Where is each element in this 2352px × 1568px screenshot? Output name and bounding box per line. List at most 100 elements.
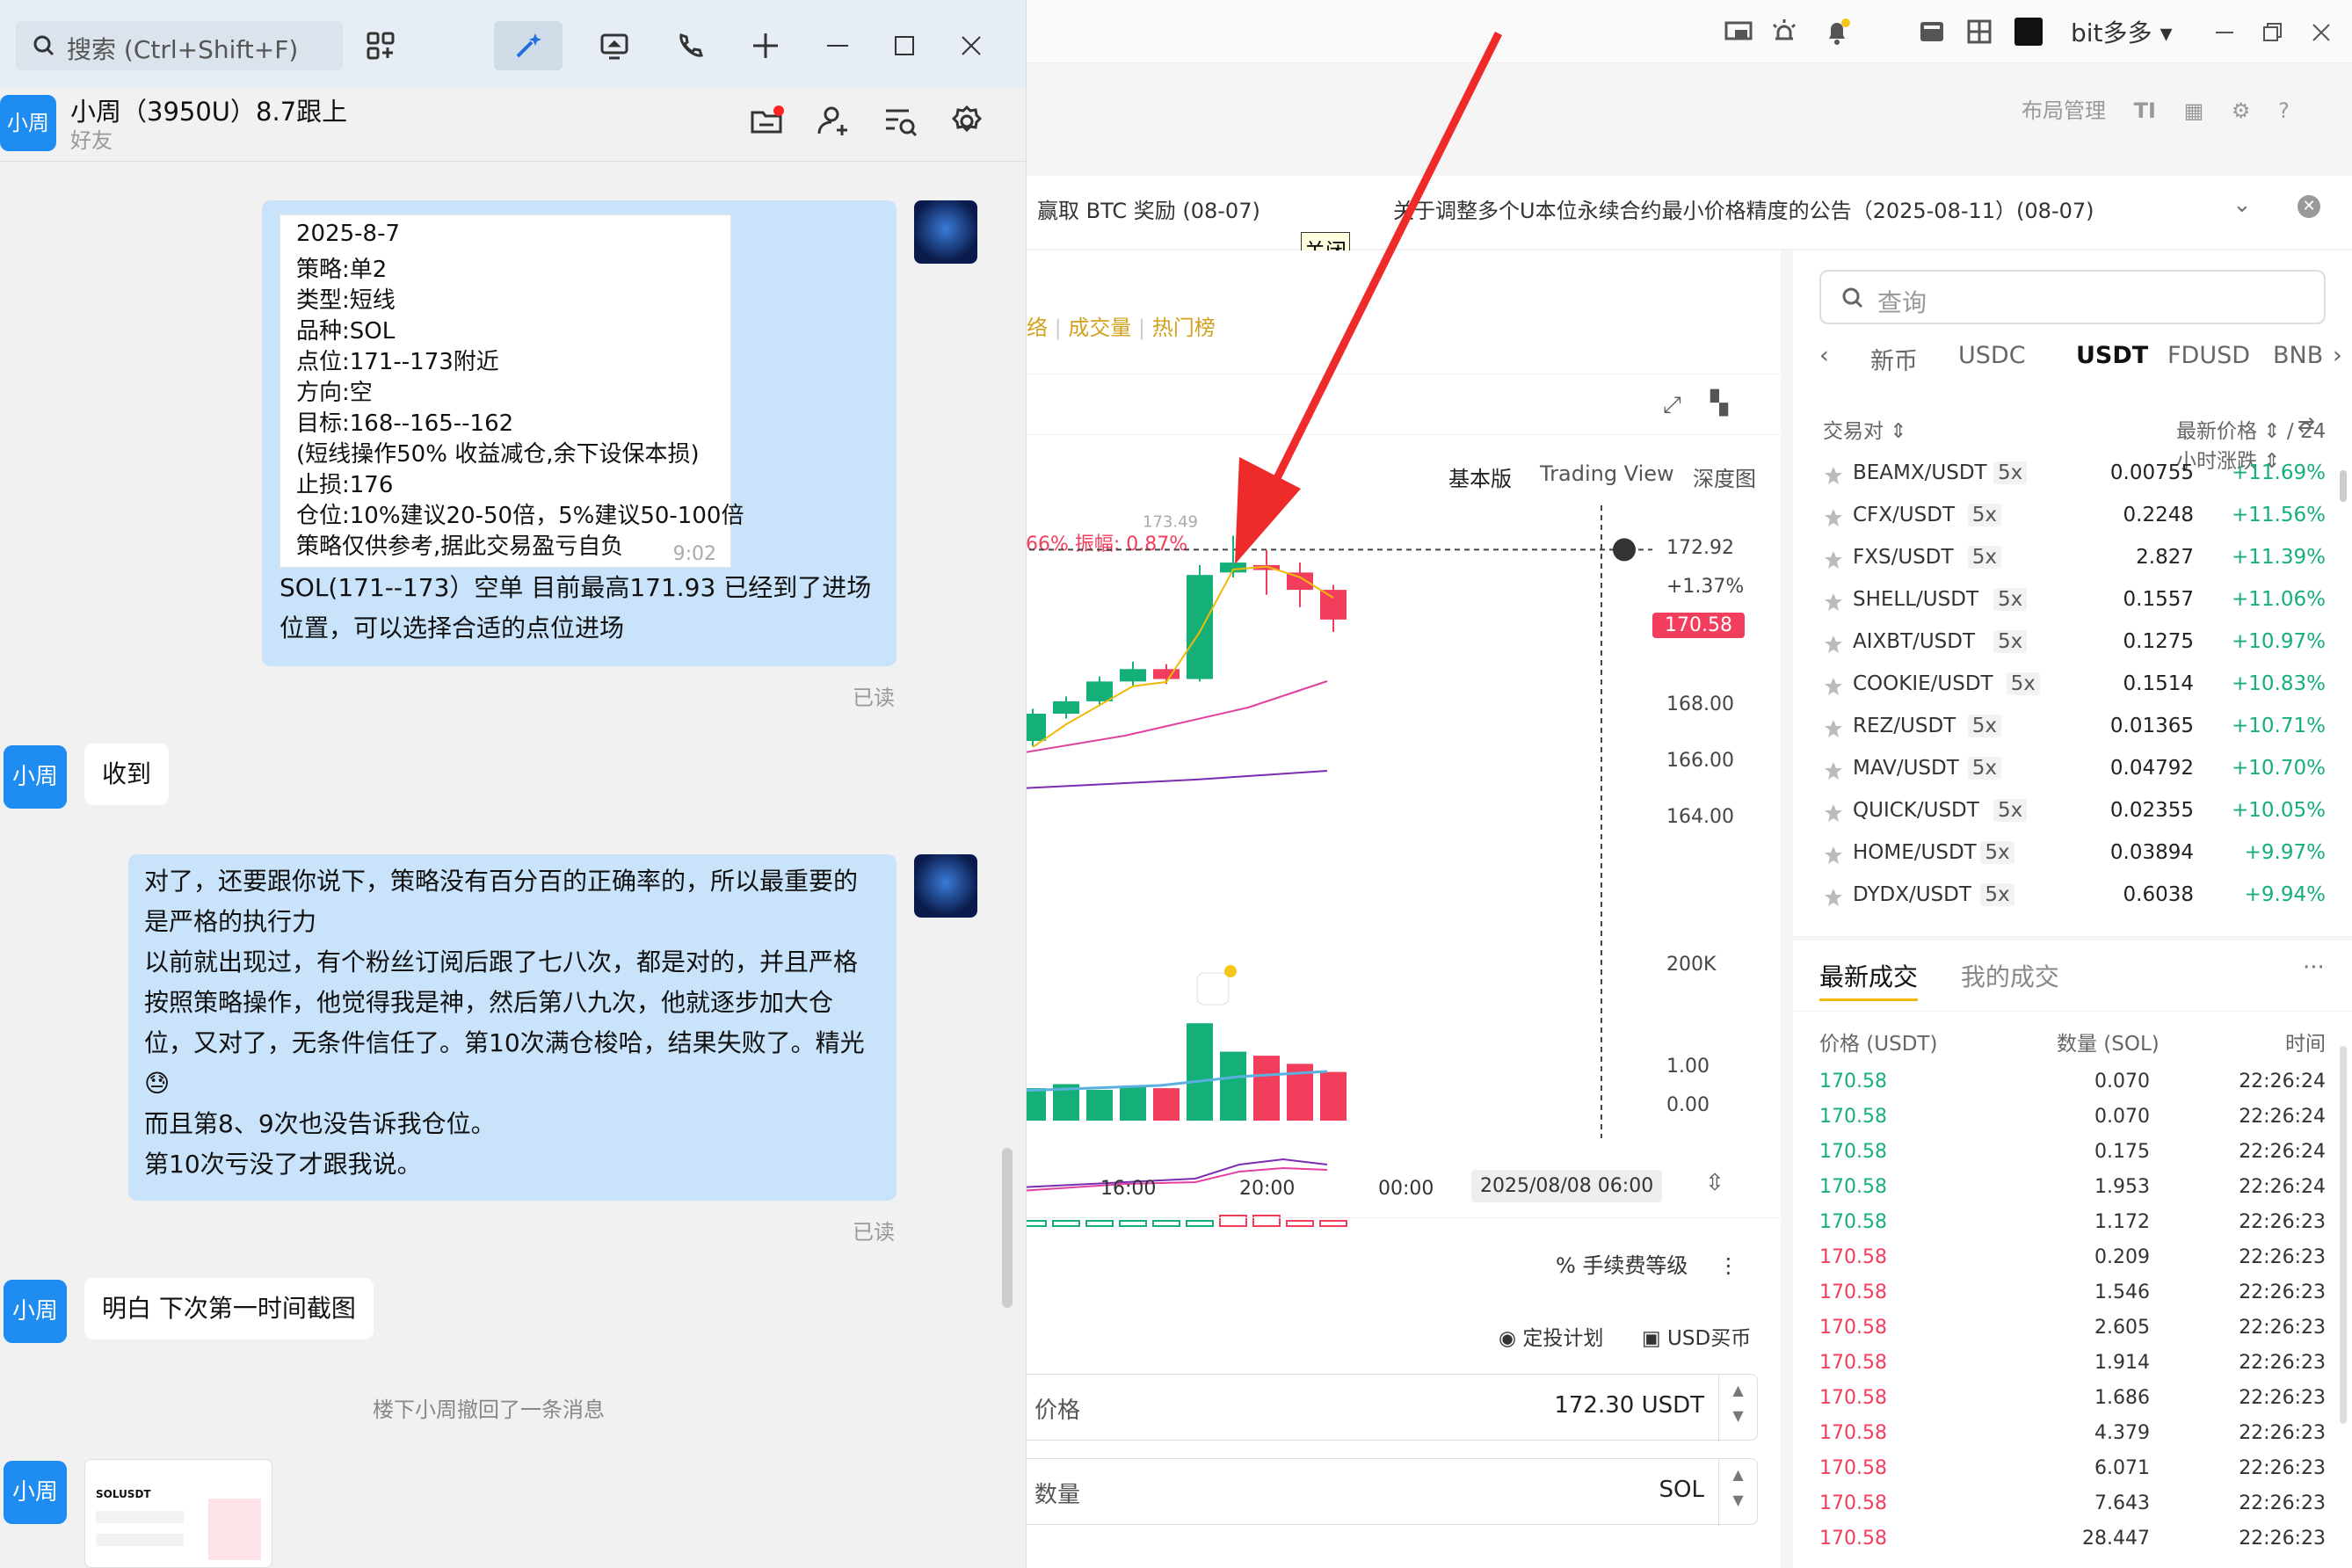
pair-row[interactable]: COOKIE/USDT 5x 0.1514 +10.83% [1793,671,2352,713]
help-icon[interactable]: ? [2278,98,2290,123]
tab-latest-trades[interactable]: 最新成交 [1819,962,1919,1001]
minimize-icon[interactable] [2211,19,2238,46]
apps-button[interactable] [346,21,415,70]
tab-usdc[interactable]: USDC [1958,342,2026,369]
view-basic[interactable]: 基本版 [1448,461,1512,492]
pair-row[interactable]: HOME/USDT 5x 0.03894 +9.97% [1793,839,2352,882]
chevron-down-icon[interactable]: ⌄ [2232,192,2252,218]
pair-change: +10.83% [2232,672,2326,695]
tab-volume[interactable]: 成交量 [1068,316,1131,340]
chat-scrollbar[interactable] [1002,1148,1013,1308]
pair-row[interactable]: SHELL/USDT 5x 0.1557 +11.06% [1793,586,2352,628]
pair-row[interactable]: AIXBT/USDT 5x 0.1275 +10.97% [1793,628,2352,671]
view-depth[interactable]: 深度图 [1693,461,1756,492]
advice-message[interactable]: 对了，还要跟你说下，策略没有百分百的正确率的，所以最重要的 是严格的执行力 以前… [128,854,897,1201]
pair-row[interactable]: MAV/USDT 5x 0.04792 +10.70% [1793,755,2352,797]
search-history-icon[interactable] [882,104,918,139]
contact-avatar[interactable]: 小周 [0,95,56,151]
close-window-icon[interactable] [2308,19,2334,46]
fit-icon[interactable]: ⇳ [1705,1170,1724,1196]
list-scrollbar[interactable] [2340,470,2347,502]
chevron-right-icon[interactable]: › [2333,342,2342,369]
tab-hot[interactable]: 热门榜 [1152,316,1216,340]
tab-my-trades[interactable]: 我的成交 [1961,962,2059,991]
contact-avatar[interactable]: 小周 [4,1461,67,1524]
view-tradingview[interactable]: Trading View [1540,461,1674,486]
chevron-left-icon[interactable]: ‹ [1819,342,1829,369]
pair-price: 0.00755 [2109,461,2194,484]
settings-gear-icon[interactable]: ⚙ [2232,98,2251,123]
strategy-card-image[interactable]: 2025-8-7 策略:单2 类型:短线 品种:SOL 点位:171--173附… [279,214,744,568]
screenshot-thumbnail[interactable]: SOLUSDT [84,1459,272,1568]
price-stepper[interactable]: ▲ ▼ [1718,1375,1757,1441]
bell-icon[interactable] [1821,16,1853,47]
user-menu[interactable]: bit多多 ▾ [2071,14,2173,49]
announcement-2[interactable]: 关于调整多个U本位永续合约最小价格精度的公告（2025-08-11）(08-07… [1393,193,2094,224]
star-icon[interactable] [1823,845,1844,866]
layout-grid-icon[interactable]: ▦ [2184,98,2204,123]
folder-icon[interactable] [749,104,784,139]
pair-row[interactable]: DYDX/USDT 5x 0.6038 +9.94% [1793,882,2352,924]
market-search-input[interactable]: 查询 [1819,270,2326,324]
star-icon[interactable] [1823,549,1844,570]
price-input[interactable]: 价格 172.30 USDT ▲ ▼ [1020,1374,1758,1441]
add-member-icon[interactable] [816,104,851,139]
alarm-icon[interactable] [1768,16,1800,47]
bitcoin-avatar-icon[interactable] [914,854,977,918]
tab-new-coins[interactable]: 新币 [1870,342,1918,376]
indicator-bar [1085,1220,1114,1227]
quantity-input[interactable]: 数量 SOL ▲ ▼ [1020,1458,1758,1526]
call-button[interactable] [656,21,724,70]
bitcoin-avatar-icon[interactable] [914,200,977,264]
reply-received-2[interactable]: 明白 下次第一时间截图 [84,1278,374,1339]
swap-icon[interactable]: ⇄ [2298,412,2315,437]
star-icon[interactable] [1823,887,1844,908]
announcement-1[interactable]: 赢取 BTC 奖励 (08-07) [1037,193,1260,224]
tab-fdusd[interactable]: FDUSD [2167,342,2250,369]
tab-link-0[interactable]: 络 [1027,316,1048,340]
screen-share-button[interactable] [580,21,649,70]
tab-usdt[interactable]: USDT [2076,342,2148,369]
star-icon[interactable] [1823,760,1844,781]
maximize-button[interactable] [870,21,939,70]
chat-search-input[interactable]: 搜索 (Ctrl+Shift+F) [16,21,343,70]
magic-button[interactable] [494,21,563,70]
close-circle-icon[interactable]: ✕ [2298,195,2320,218]
monitor-icon[interactable] [1723,16,1754,47]
usd-buy-link[interactable]: ▣ USD买币 [1642,1321,1751,1351]
contact-avatar[interactable]: 小周 [4,745,67,809]
wallet-icon[interactable] [1916,16,1948,47]
add-button[interactable] [731,21,800,70]
more-vert-icon[interactable]: ⋮ [1717,1253,1739,1278]
pair-row[interactable]: QUICK/USDT 5x 0.02355 +10.05% [1793,797,2352,839]
star-icon[interactable] [1823,802,1844,824]
trades-scrollbar[interactable] [2340,1046,2347,1424]
star-icon[interactable] [1823,718,1844,739]
star-icon[interactable] [1823,465,1844,486]
reply-received[interactable]: 收到 [84,744,170,805]
fee-level[interactable]: % 手续费等级 ⋮ [1556,1248,1739,1279]
pair-row[interactable]: REZ/USDT 5x 0.01365 +10.71% [1793,713,2352,755]
star-icon[interactable] [1823,676,1844,697]
more-icon[interactable]: ··· [2303,955,2325,981]
star-icon[interactable] [1823,507,1844,528]
plan-link[interactable]: ◉ 定投计划 [1499,1321,1603,1351]
widget-icon[interactable]: ▚ [1710,390,1728,417]
close-button[interactable] [937,21,1005,70]
tab-bnb[interactable]: BNB [2273,342,2323,369]
expand-icon[interactable]: ⤢ [1663,392,1681,419]
settings-icon[interactable] [949,104,984,139]
pair-row[interactable]: BEAMX/USDT 5x 0.00755 +11.69% [1793,460,2352,502]
minimize-button[interactable] [803,21,872,70]
star-icon[interactable] [1823,634,1844,655]
star-icon[interactable] [1823,592,1844,613]
contact-avatar[interactable]: 小周 [4,1280,67,1343]
header-pair[interactable]: 交易对 ⇕ [1823,414,1907,444]
text-tool-icon[interactable]: TI [2134,98,2156,123]
layout-manager[interactable]: 布局管理 TI ▦ ⚙ ? [2022,93,2290,124]
grid-icon[interactable] [1964,16,1995,47]
pair-row[interactable]: FXS/USDT 5x 2.827 +11.39% [1793,544,2352,586]
pair-row[interactable]: CFX/USDT 5x 0.2248 +11.56% [1793,502,2352,544]
quantity-stepper[interactable]: ▲ ▼ [1718,1459,1757,1526]
restore-icon[interactable] [2259,19,2285,46]
